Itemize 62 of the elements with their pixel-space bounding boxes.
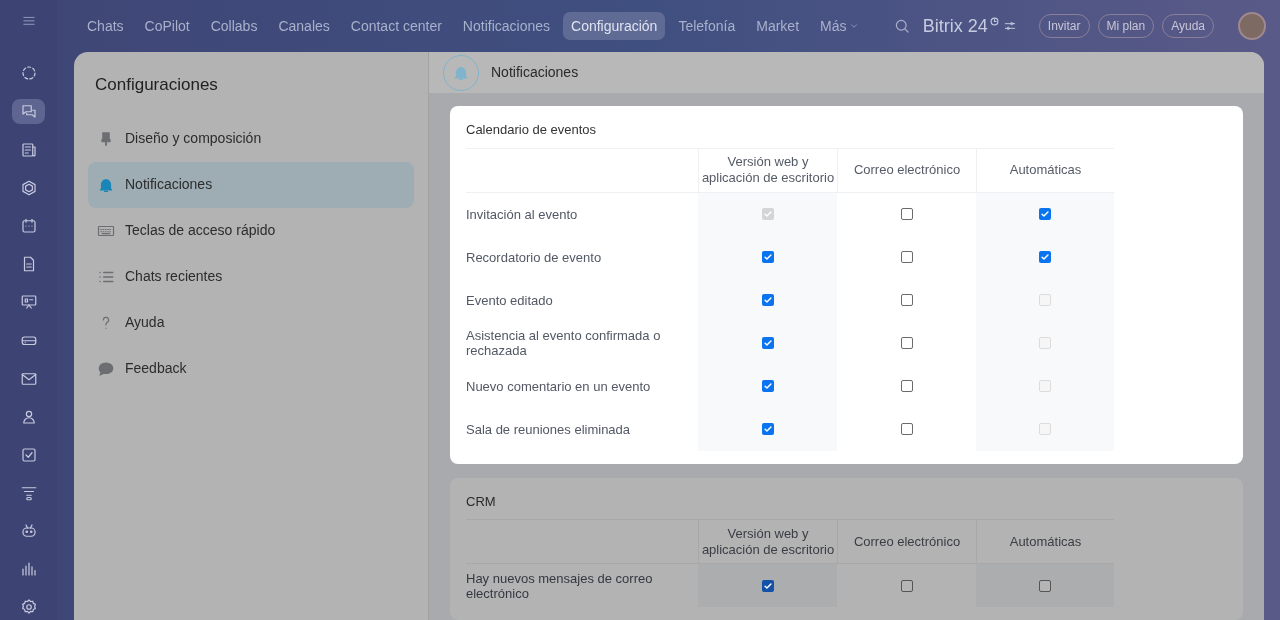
row-label: Recordatorio de evento xyxy=(466,248,603,267)
row-label: Nuevo comentario en un evento xyxy=(466,377,652,396)
checkbox[interactable] xyxy=(1039,208,1051,220)
menu-item[interactable]: Feedback xyxy=(88,345,414,392)
row-label: Asistencia al evento confirmada o rechazada xyxy=(466,327,662,360)
checkbox-icon[interactable] xyxy=(19,445,38,464)
checkbox[interactable] xyxy=(900,579,913,592)
nav-tab[interactable]: Configuración xyxy=(563,12,666,40)
nav-tab[interactable]: Collabs xyxy=(202,12,266,40)
checkbox[interactable] xyxy=(761,337,774,349)
checkbox[interactable] xyxy=(900,208,913,220)
checkbox[interactable] xyxy=(1039,251,1051,263)
row-label: Evento editado xyxy=(466,291,554,310)
menu-item[interactable]: Teclas de acceso rápido xyxy=(88,207,414,254)
presentation-icon[interactable] xyxy=(19,293,38,312)
menu-item[interactable]: Notificaciones xyxy=(88,161,414,208)
newspaper-icon[interactable] xyxy=(19,140,38,159)
column-header: Versión web y aplicación de escritorio xyxy=(698,520,837,563)
nav-tab[interactable]: Más xyxy=(812,12,868,40)
speech-bubble-icon xyxy=(97,359,115,378)
section-title: CRM xyxy=(466,492,497,511)
checkbox[interactable] xyxy=(761,380,774,392)
checkbox[interactable] xyxy=(900,337,913,349)
column-header: Automáticas xyxy=(976,148,1114,192)
funnel-icon[interactable] xyxy=(19,484,38,502)
hexagon-icon[interactable] xyxy=(19,178,38,197)
column-header: Automáticas xyxy=(976,520,1114,563)
checkbox[interactable] xyxy=(761,294,774,306)
menu-item[interactable]: Ayuda xyxy=(88,299,414,346)
checkbox[interactable] xyxy=(900,251,913,263)
section-title: Calendario de eventos xyxy=(466,121,598,139)
calendar-icon[interactable] xyxy=(19,216,38,235)
checkbox[interactable] xyxy=(900,423,913,435)
chat-circle-icon[interactable] xyxy=(19,64,38,83)
nav-tab[interactable]: Notificaciones xyxy=(454,12,558,40)
checkbox[interactable] xyxy=(900,380,913,392)
menu-item[interactable]: Chats recientes xyxy=(88,253,414,300)
checkbox[interactable] xyxy=(761,423,774,435)
row-label: Hay nuevos mensajes de correo electrónico xyxy=(466,569,654,603)
row-label: Invitación al evento xyxy=(466,205,579,224)
nav-tab[interactable]: Chats xyxy=(79,12,132,40)
sliders-icon[interactable] xyxy=(1002,19,1017,33)
column-header: Correo electrónico xyxy=(837,148,976,192)
column-header: Correo electrónico xyxy=(837,520,976,563)
chevron-down-icon xyxy=(849,21,860,31)
clock-icon xyxy=(989,17,999,26)
column-header: Versión web y aplicación de escritorio xyxy=(698,148,837,192)
nav-tab[interactable]: Telefonía xyxy=(670,12,744,40)
nav-tab[interactable]: Contact center xyxy=(342,12,450,40)
menu-title: Configuraciones xyxy=(94,74,219,96)
logo[interactable]: Bitrix 24 xyxy=(922,12,988,40)
nav-tab[interactable]: Market xyxy=(748,12,808,40)
nav-tab[interactable]: CoPilot xyxy=(136,12,198,40)
page-title: Notificaciones xyxy=(491,63,579,82)
rail-item[interactable] xyxy=(12,98,45,125)
checkbox[interactable] xyxy=(761,251,774,263)
checkbox[interactable] xyxy=(900,294,913,306)
menu-item[interactable]: Diseño y composición xyxy=(88,115,414,162)
checkbox[interactable] xyxy=(1039,579,1051,592)
nav-tab[interactable]: Canales xyxy=(270,12,338,40)
row-label: Sala de reuniones eliminada xyxy=(466,420,632,439)
checkbox[interactable] xyxy=(761,579,774,592)
